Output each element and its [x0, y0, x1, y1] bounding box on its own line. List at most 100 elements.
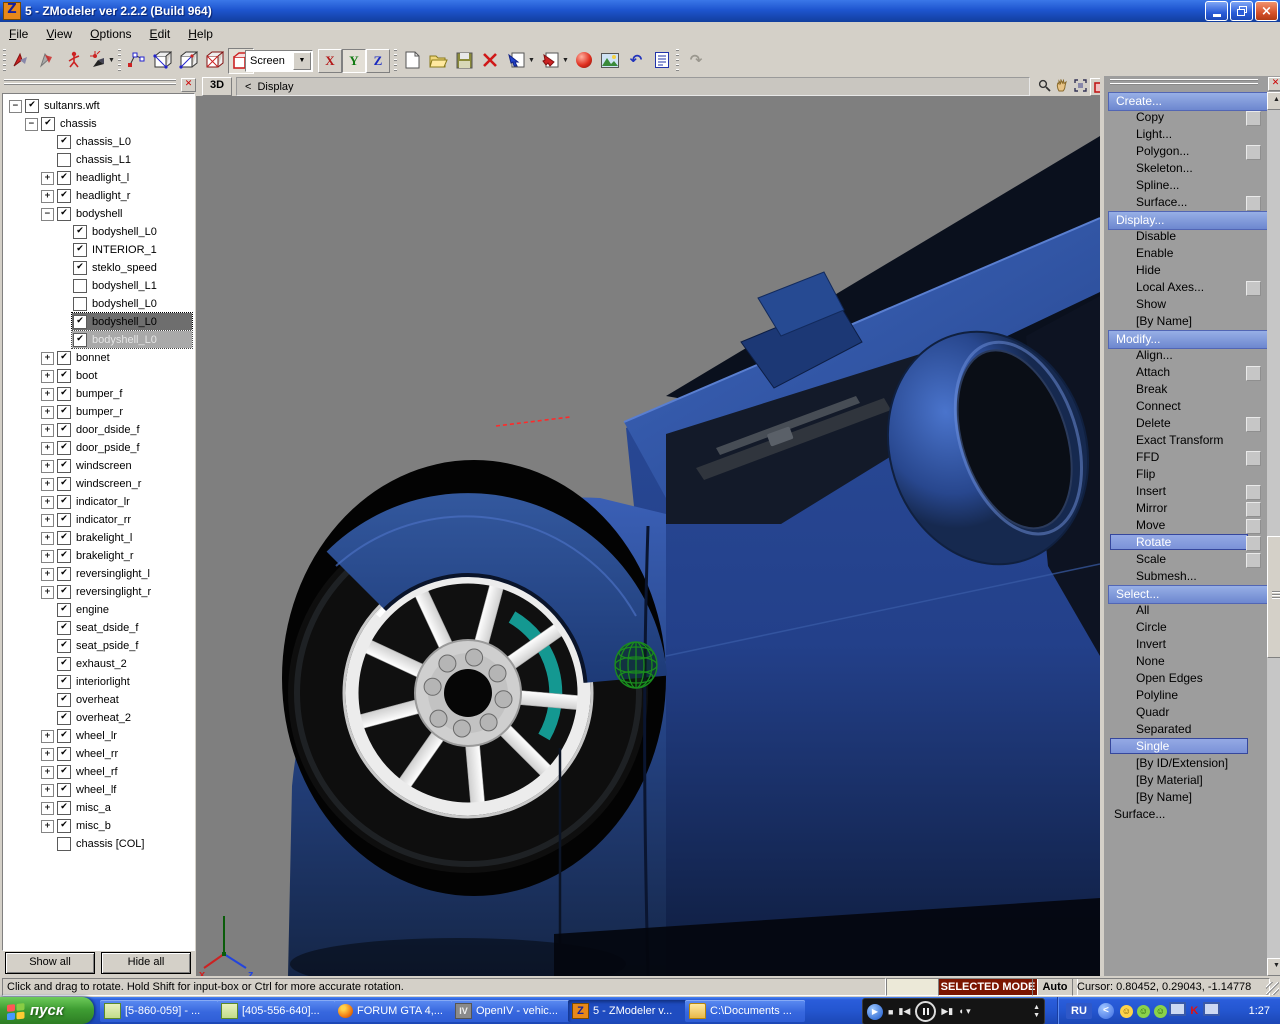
tree-item-body[interactable]: ✔door_pside_f: [56, 439, 144, 456]
tree-checkbox[interactable]: ✔: [57, 531, 71, 545]
cmd-invert[interactable]: Invert: [1108, 636, 1266, 653]
tree-item-wheel-rf[interactable]: +✔wheel_rf: [3, 763, 194, 781]
tree-item-chassis-col[interactable]: chassis [COL]: [3, 835, 194, 853]
cmd-option-button[interactable]: [1246, 145, 1261, 160]
cmd-option-button[interactable]: [1246, 417, 1261, 432]
pause-icon[interactable]: [915, 1001, 936, 1022]
tree-item-body[interactable]: ✔engine: [56, 601, 113, 618]
menu-view[interactable]: View: [37, 24, 81, 44]
tree-expand-icon[interactable]: +: [41, 172, 54, 185]
undo-button[interactable]: ↶: [624, 48, 648, 72]
viewport-3d-canvas[interactable]: x z: [196, 96, 1100, 976]
language-indicator[interactable]: RU: [1066, 1003, 1092, 1019]
tree-item-body[interactable]: ✔seat_pside_f: [56, 637, 142, 654]
cmd-scale[interactable]: Scale: [1108, 551, 1266, 568]
tree-expand-icon[interactable]: +: [41, 550, 54, 563]
cmd-ffd[interactable]: FFD: [1108, 449, 1266, 466]
tree-checkbox[interactable]: ✔: [57, 369, 71, 383]
tree-checkbox[interactable]: ✔: [57, 171, 71, 185]
cmd-option-button[interactable]: [1246, 502, 1261, 517]
tree-checkbox[interactable]: ✔: [57, 747, 71, 761]
tree-item-body[interactable]: ✔bumper_r: [56, 403, 127, 420]
tree-item-body[interactable]: ✔windscreen_r: [56, 475, 145, 492]
toolbar-grip[interactable]: [394, 49, 397, 71]
tree-item-bodyshell-l0[interactable]: bodyshell_L0: [3, 295, 194, 313]
view-rotate-tool-icon[interactable]: [8, 48, 32, 72]
tray-icon-chat-1[interactable]: ☺: [1135, 1004, 1152, 1018]
tree-checkbox[interactable]: ✔: [73, 315, 87, 329]
tree-checkbox[interactable]: ✔: [57, 405, 71, 419]
cmd-break[interactable]: Break: [1108, 381, 1266, 398]
clock[interactable]: 1:27: [1249, 1005, 1270, 1017]
tree-item-body[interactable]: ✔overheat_2: [56, 709, 135, 726]
cmd-disable[interactable]: Disable: [1108, 228, 1266, 245]
hide-all-button[interactable]: Hide all: [101, 952, 191, 974]
tree-expand-icon[interactable]: +: [41, 748, 54, 761]
tree-collapse-icon[interactable]: −: [41, 208, 54, 221]
tree-item-indicator-rr[interactable]: +✔indicator_rr: [3, 511, 194, 529]
cmd-option-button[interactable]: [1246, 196, 1261, 211]
tree-item-body[interactable]: ✔headlight_l: [56, 169, 133, 186]
scroll-up-icon[interactable]: ▲: [1267, 92, 1280, 110]
axis-y-toggle[interactable]: Y: [342, 49, 366, 73]
cmd-option-button[interactable]: [1246, 366, 1261, 381]
tree-item-wheel-lf[interactable]: +✔wheel_lf: [3, 781, 194, 799]
tree-item-wheel-rr[interactable]: +✔wheel_rr: [3, 745, 194, 763]
tree-checkbox[interactable]: ✔: [57, 603, 71, 617]
cmd-mirror[interactable]: Mirror: [1108, 500, 1266, 517]
tree-item-body[interactable]: ✔misc_b: [56, 817, 115, 834]
tree-item-body[interactable]: ✔indicator_rr: [56, 511, 135, 528]
tree-item-body[interactable]: chassis_L1: [56, 151, 135, 168]
tree-expand-icon[interactable]: +: [41, 514, 54, 527]
cmd-skeleton[interactable]: Skeleton...: [1108, 160, 1266, 177]
tree-item-body[interactable]: ✔wheel_lf: [56, 781, 120, 798]
export-dropdown-icon[interactable]: ▼: [528, 57, 535, 64]
tray-icon-chat-2[interactable]: ☺: [1152, 1004, 1169, 1018]
tree-item-body[interactable]: ✔brakelight_l: [56, 529, 136, 546]
cmd-option-button[interactable]: [1246, 281, 1261, 296]
tree-checkbox[interactable]: ✔: [57, 351, 71, 365]
fit-view-icon[interactable]: [1072, 78, 1088, 93]
tree-expand-icon[interactable]: +: [41, 586, 54, 599]
tree-checkbox[interactable]: ✔: [57, 819, 71, 833]
tree-item-boot[interactable]: +✔boot: [3, 367, 194, 385]
cube-mode-z-icon[interactable]: [202, 48, 226, 72]
cmd-none[interactable]: None: [1108, 653, 1266, 670]
tree-expand-icon[interactable]: +: [41, 190, 54, 203]
tree-item-bumper-r[interactable]: +✔bumper_r: [3, 403, 194, 421]
tree-checkbox[interactable]: ✔: [41, 117, 55, 131]
tree-item-body[interactable]: ✔bodyshell_L0: [72, 313, 192, 330]
tree-checkbox[interactable]: ✔: [57, 207, 71, 221]
rig-tool-icon[interactable]: [86, 48, 110, 72]
tree-item-headlight-l[interactable]: +✔headlight_l: [3, 169, 194, 187]
tree-checkbox[interactable]: [57, 837, 71, 851]
tree-item-body[interactable]: ✔seat_dside_f: [56, 619, 142, 636]
tray-icon-antivirus[interactable]: K: [1186, 1004, 1203, 1018]
taskbar-window-405-556-640[interactable]: [405-556-640]...: [217, 1000, 337, 1022]
cmd-option-button[interactable]: [1246, 111, 1261, 126]
tree-collapse-icon[interactable]: −: [25, 118, 38, 131]
tree-item-body[interactable]: ✔INTERIOR_1: [72, 241, 161, 258]
cmd-show[interactable]: Show: [1108, 296, 1266, 313]
cmd-all[interactable]: All: [1108, 602, 1266, 619]
tree-item-body[interactable]: ✔wheel_rf: [56, 763, 122, 780]
tree-item-exhaust-2[interactable]: ✔exhaust_2: [3, 655, 194, 673]
tree-item-body[interactable]: ✔bodyshell_L0: [72, 331, 192, 348]
tree-item-bumper-f[interactable]: +✔bumper_f: [3, 385, 194, 403]
tree-checkbox[interactable]: ✔: [57, 189, 71, 203]
cmd-hide[interactable]: Hide: [1108, 262, 1266, 279]
tree-item-body[interactable]: ✔reversinglight_r: [56, 583, 155, 600]
cmd-align[interactable]: Align...: [1108, 347, 1266, 364]
tree-expand-icon[interactable]: +: [41, 784, 54, 797]
tree-item-indicator-lr[interactable]: +✔indicator_lr: [3, 493, 194, 511]
tree-expand-icon[interactable]: +: [41, 802, 54, 815]
tree-close-icon[interactable]: ✕: [181, 78, 196, 92]
tree-expand-icon[interactable]: +: [41, 820, 54, 833]
taskbar-window-c-documents[interactable]: C:\Documents ...: [685, 1000, 805, 1022]
tree-item-body[interactable]: ✔wheel_rr: [56, 745, 122, 762]
view-mode-button[interactable]: 3D: [202, 77, 232, 96]
cmd-exact-transform[interactable]: Exact Transform: [1108, 432, 1266, 449]
tree-item-chassis-l0[interactable]: ✔chassis_L0: [3, 133, 194, 151]
tree-item-body[interactable]: ✔chassis: [40, 115, 101, 132]
cmd-by-material[interactable]: [By Material]: [1108, 772, 1266, 789]
